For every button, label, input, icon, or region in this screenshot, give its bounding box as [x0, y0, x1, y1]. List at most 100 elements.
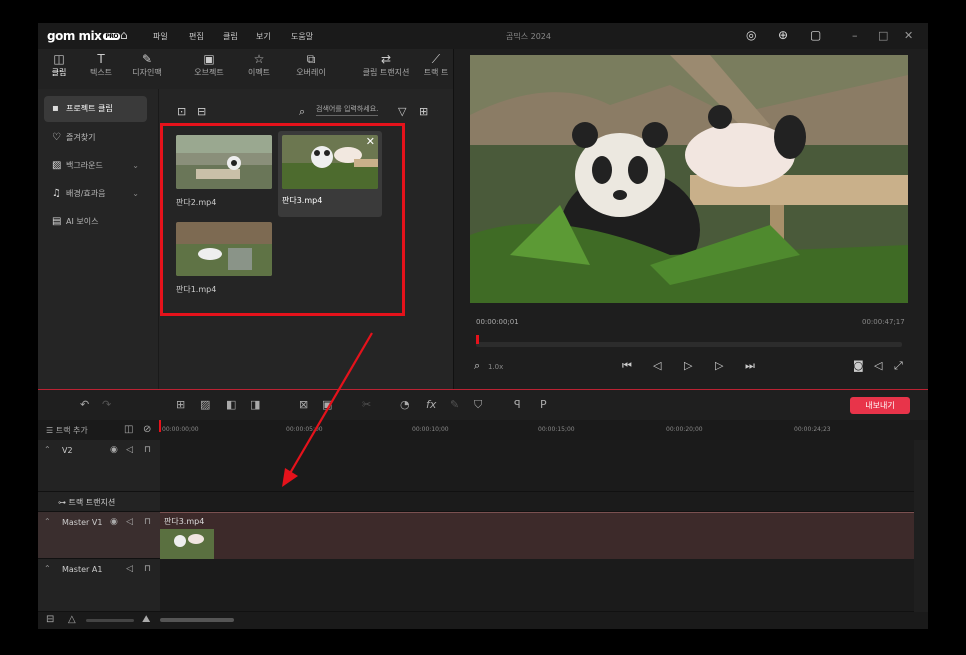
timeline-zoom-bar: ⊟ △ ⛰ [38, 612, 928, 629]
next-frame-icon[interactable]: ▷ [715, 359, 723, 372]
sidebar-item-background[interactable]: ▨ 백그라운드 ⌄ [44, 153, 147, 179]
volume-icon[interactable]: ◁ [126, 517, 133, 527]
link-icon[interactable]: ⊘ [143, 424, 151, 435]
track-header-v2: ⌃ V2 ◉ ◁ ⊓ [38, 440, 160, 492]
panda-preview-image [470, 55, 908, 303]
timeline-ruler[interactable]: ☰ 트랙 추가 ◫ ⊘ 00:00:00;00 00:00:05;00 00:0… [38, 420, 928, 440]
track-header-master-v1: ⌃ Master V1 ◉ ◁ ⊓ [38, 512, 160, 559]
chevron-up-icon[interactable]: ⌃ [44, 445, 51, 454]
chevron-up-icon[interactable]: ⌃ [44, 564, 51, 573]
grid-view-icon[interactable]: ⊞ [419, 105, 428, 118]
design-icon: ✎ [141, 52, 153, 66]
track-master-a1[interactable] [160, 559, 914, 612]
track-icon: ⟋ [431, 52, 441, 66]
cut-icon[interactable]: ✂ [362, 398, 371, 411]
total-time: 00:00:47;17 [862, 318, 905, 326]
search-input[interactable]: 검색어를 입력하세요. [316, 104, 379, 116]
redo-icon[interactable]: ↷ [102, 398, 111, 411]
zoom-slider[interactable] [86, 619, 134, 622]
tab-clip-transition[interactable]: ⇄ 클립 트랜지션 [351, 52, 421, 78]
sidebar-item-music[interactable]: ♫ 배경/효과음 ⌄ [44, 181, 147, 207]
split-icon[interactable]: ▨ [200, 398, 210, 411]
heart-icon: ♡ [52, 132, 61, 143]
current-time: 00:00:00;01 [476, 318, 519, 326]
delete-icon[interactable]: ⊠ [299, 398, 308, 411]
flag-icon[interactable]: P [540, 398, 547, 411]
ruler-tick: 00:00:15;00 [538, 426, 575, 433]
trim-left-icon[interactable]: ◧ [226, 398, 236, 411]
tab-bar: ◫ 클립 T 텍스트 ✎ 디자인팩 ▣ 오브젝트 ☆ 이펙트 ⧉ 오버레이 ⇄ 클립 트랜지션… [38, 49, 456, 113]
fit-icon[interactable]: ◫ [124, 424, 133, 435]
skip-end-icon[interactable]: ⏭ [745, 359, 755, 373]
eye-icon[interactable]: ◉ [110, 517, 118, 527]
tab-design[interactable]: ✎ 디자인팩 [122, 52, 172, 78]
sidebar-item-ai-voice[interactable]: ▤ AI 보이스 [44, 209, 147, 235]
sidebar-item-favorites[interactable]: ♡ 즐겨찾기 [44, 125, 147, 151]
add-clip-icon[interactable]: ⊞ [176, 398, 185, 411]
track-name: Master A1 [62, 565, 103, 574]
track-name: Master V1 [62, 518, 103, 527]
speed-icon[interactable]: ◔ [400, 398, 410, 411]
zoom-in-icon[interactable]: ⛰ [142, 614, 150, 625]
tab-overlay[interactable]: ⧉ 오버레이 [286, 52, 336, 78]
tab-object[interactable]: ▣ 오브젝트 [184, 52, 234, 78]
timeline-toolbar [38, 390, 928, 420]
lock-icon[interactable]: ⊓ [144, 564, 151, 574]
chevron-down-icon: ⌄ [132, 161, 139, 170]
tab-text[interactable]: T 텍스트 [76, 52, 126, 78]
add-track-button[interactable]: ☰ 트랙 추가 [46, 425, 88, 436]
timeline-playhead[interactable] [159, 420, 161, 432]
music-icon: ♫ [52, 188, 61, 199]
horizontal-scrollbar[interactable] [160, 618, 234, 622]
preview-scrubber[interactable] [476, 342, 902, 347]
volume-icon[interactable]: ◁ [126, 564, 133, 574]
search-icon[interactable]: ⌕ [299, 105, 305, 119]
import-media-icon[interactable]: ⊟ [197, 105, 206, 118]
volume-icon[interactable]: ◁ [874, 359, 882, 372]
tab-effect[interactable]: ☆ 이펙트 [234, 52, 284, 78]
preview-playhead[interactable] [476, 335, 479, 344]
sidebar-item-project-clips[interactable]: ▪ 프로젝트 클립 [44, 96, 147, 122]
export-button[interactable]: 내보내기 [850, 397, 910, 414]
add-media-icon[interactable]: ⊡ [177, 105, 186, 118]
fx-icon[interactable]: fx [426, 398, 436, 411]
object-icon: ▣ [203, 52, 215, 66]
zoom-icon[interactable]: ⌕ [474, 359, 480, 373]
overlay-icon: ⧉ [306, 52, 316, 66]
sidebar: ▪ 프로젝트 클립 ♡ 즐겨찾기 ▨ 백그라운드 ⌄ ♫ 배경/효과음 ⌄ ▤ AI 보이스 [38, 89, 158, 389]
crop-icon[interactable]: ▣ [322, 398, 332, 411]
track-transition[interactable] [160, 492, 914, 512]
lock-icon[interactable]: ⊓ [144, 445, 151, 455]
undo-icon[interactable]: ↶ [80, 398, 89, 411]
fullscreen-icon[interactable]: ⤢ [894, 359, 903, 373]
trim-right-icon[interactable]: ◨ [250, 398, 260, 411]
snapshot-icon[interactable]: ◙ [853, 359, 864, 372]
play-icon[interactable]: ▷ [684, 359, 692, 372]
zoom-out-icon[interactable]: △ [68, 614, 76, 625]
marker-icon[interactable]: ꟼ [514, 398, 521, 411]
link-icon: ⊶ [58, 498, 66, 507]
text-icon: T [97, 52, 105, 66]
add-track-icon: ☰ [46, 426, 54, 435]
timeline-clip[interactable]: 판다3.mp4 [160, 512, 914, 559]
shield-icon[interactable]: ⛉ [474, 398, 482, 412]
clip-thumbnail [160, 529, 214, 559]
volume-icon[interactable]: ◁ [126, 445, 133, 455]
background-icon: ▨ [52, 160, 62, 171]
highlight-box [160, 123, 405, 316]
prev-frame-icon[interactable]: ◁ [653, 359, 661, 372]
ruler-tick: 00:00:24;23 [794, 426, 831, 433]
filter-icon[interactable]: ▽ [398, 105, 406, 118]
folder-icon: ▪ [52, 103, 59, 114]
skip-start-icon[interactable]: ⏮ [622, 359, 632, 373]
effect-icon: ☆ [253, 52, 265, 66]
lock-icon[interactable]: ⊓ [144, 517, 151, 527]
track-v2[interactable] [160, 440, 914, 492]
zoom-level: 1.0x [488, 363, 504, 371]
fit-width-icon[interactable]: ⊟ [46, 614, 54, 625]
pen-icon[interactable]: ✎ [450, 398, 459, 411]
video-preview [470, 55, 908, 303]
tab-track-transition[interactable]: ⟋ 트랙 트 [416, 52, 456, 78]
eye-icon[interactable]: ◉ [110, 445, 118, 455]
chevron-up-icon[interactable]: ⌃ [44, 517, 51, 526]
